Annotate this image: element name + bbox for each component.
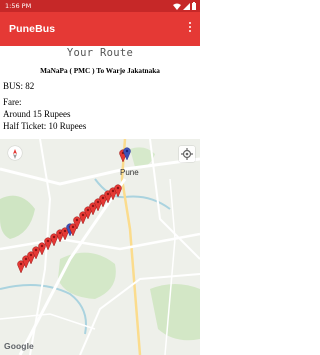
status-icons (173, 0, 196, 12)
page-heading: Your Route (66, 47, 134, 59)
google-logo-text: Google (4, 341, 34, 351)
fare-half: Half Ticket: 10 Rupees (3, 121, 87, 131)
app-bar: PuneBus (0, 12, 200, 46)
fare-full: Around 15 Rupees (3, 109, 71, 119)
battery-icon (192, 2, 196, 10)
wifi-icon (173, 3, 181, 10)
route-name: MaNaPa ( PMC ) To Warje Jakatnaka (40, 66, 160, 75)
more-vert-icon[interactable] (186, 22, 194, 36)
status-bar: 1:56 PM (0, 0, 200, 12)
google-logo: Google (4, 341, 34, 351)
bus-number: BUS: 82 (3, 81, 35, 91)
city-label: Pune (120, 168, 139, 177)
stop-marker-highlight[interactable] (123, 147, 131, 160)
stop-marker[interactable] (114, 184, 122, 197)
app-title: PuneBus (9, 23, 56, 35)
compass-icon[interactable] (8, 146, 22, 160)
status-time: 1:56 PM (5, 2, 32, 10)
my-location-icon[interactable] (179, 146, 195, 162)
route-map[interactable]: Pune Google (0, 139, 200, 355)
fare-label: Fare: (3, 97, 22, 107)
map-base (0, 139, 200, 355)
signal-icon (183, 2, 190, 10)
